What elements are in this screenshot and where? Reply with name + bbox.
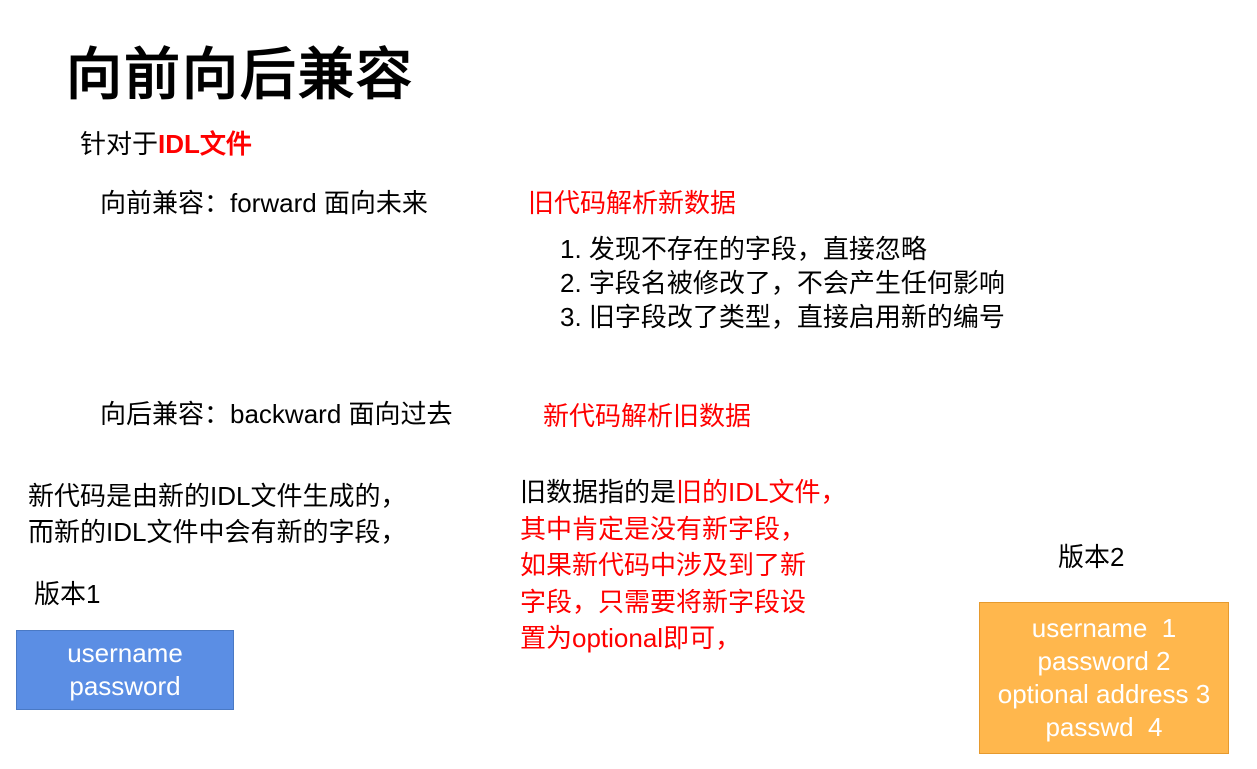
version2-field: optional address 3	[997, 679, 1211, 709]
old-data-explanation: 旧数据指的是旧的IDL文件， 其中肯定是没有新字段， 如果新代码中涉及到了新 字…	[520, 474, 846, 657]
page-title: 向前向后兼容	[66, 43, 414, 106]
old-data-line: 置为optional即可，	[520, 623, 742, 653]
forward-note: 旧代码解析新数据	[528, 188, 737, 218]
version1-field: password	[69, 671, 181, 701]
forward-label: 向前兼容：forward 面向未来	[100, 188, 428, 218]
intro-prefix: 针对于	[80, 129, 159, 159]
backward-label: 向后兼容：backward 面向过去	[100, 399, 453, 429]
forward-rule-item: 3. 旧字段改了类型，直接启用新的编号	[560, 302, 1005, 332]
version2-label: 版本2	[1058, 542, 1125, 572]
new-code-line: 而新的IDL文件中会有新的字段，	[28, 517, 407, 547]
old-data-line: 字段，只需要将新字段设	[520, 586, 807, 617]
version1-box: username password	[16, 630, 234, 710]
intro-highlight: IDL文件	[158, 129, 252, 159]
new-code-line: 新代码是由新的IDL文件生成的，	[28, 481, 407, 511]
version1-label: 版本1	[34, 579, 101, 609]
old-data-line: 如果新代码中涉及到了新	[520, 550, 807, 580]
forward-rule-item: 1. 发现不存在的字段，直接忽略	[560, 234, 927, 264]
forward-rule-item: 2. 字段名被修改了，不会产生任何影响	[560, 268, 1005, 298]
forward-rules-list: 1. 发现不存在的字段，直接忽略 2. 字段名被修改了，不会产生任何影响 3. …	[560, 232, 1005, 334]
intro-line: 针对于IDL文件	[80, 126, 252, 162]
version2-field: passwd 4	[1045, 712, 1163, 742]
version1-field: username	[67, 638, 183, 668]
version2-field: username 1	[1031, 613, 1177, 643]
version2-field: password 2	[1037, 646, 1171, 676]
version2-box: username 1 password 2 optional address 3…	[979, 602, 1229, 754]
old-data-highlight: 旧的IDL文件，	[676, 477, 847, 507]
backward-note: 新代码解析旧数据	[543, 401, 752, 431]
old-data-line: 其中肯定是没有新字段，	[520, 513, 807, 544]
old-data-line: 旧数据指的是旧的IDL文件，	[520, 474, 846, 511]
old-data-prefix: 旧数据指的是	[520, 477, 677, 507]
new-code-explanation: 新代码是由新的IDL文件生成的， 而新的IDL文件中会有新的字段，	[28, 478, 406, 550]
